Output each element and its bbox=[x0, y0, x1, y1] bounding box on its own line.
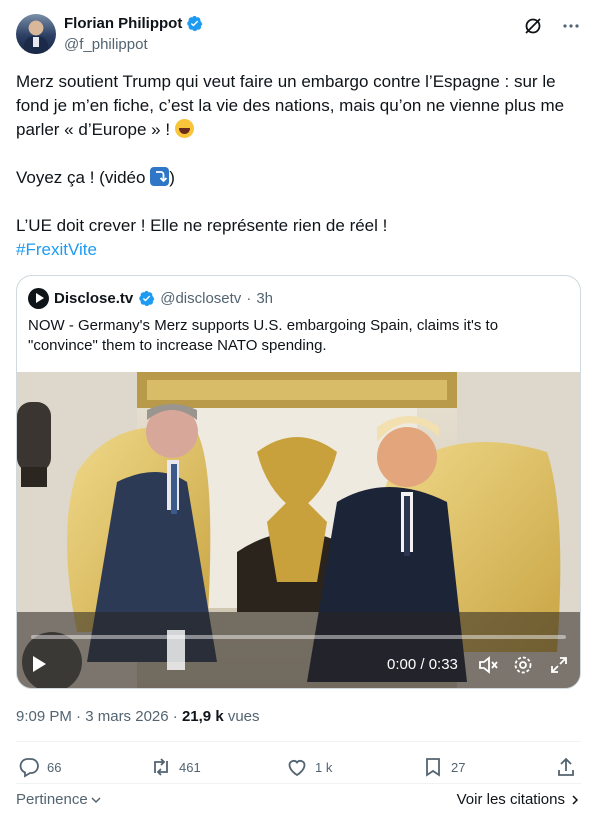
author-display-name-row[interactable]: Florian Philippot bbox=[64, 15, 203, 32]
tweet-line-3: L’UE doit crever ! Elle ne représente ri… bbox=[16, 216, 388, 235]
quoted-avatar[interactable] bbox=[28, 288, 49, 309]
like-button[interactable]: 1 k bbox=[286, 756, 332, 778]
quoted-display-name[interactable]: Disclose.tv bbox=[54, 290, 133, 307]
chevron-down-icon bbox=[91, 796, 101, 803]
quoted-text: NOW - Germany's Merz supports U.S. embar… bbox=[28, 317, 499, 354]
repost-count: 461 bbox=[179, 759, 201, 775]
quoted-tweet[interactable]: Disclose.tv @disclosetv · 3h NOW - Germa… bbox=[16, 275, 581, 689]
quoted-verified-badge-icon bbox=[139, 290, 155, 307]
author-info: Florian Philippot @f_philippot bbox=[64, 15, 203, 53]
view-quotes-label: Voir les citations bbox=[456, 791, 565, 808]
quoted-tweet-header: Disclose.tv @disclosetv · 3h bbox=[28, 288, 273, 309]
author-display-name[interactable]: Florian Philippot bbox=[64, 15, 182, 32]
video-frame bbox=[17, 372, 580, 688]
action-bar: 66 461 1 k 27 bbox=[16, 756, 581, 782]
sort-label: Pertinence bbox=[16, 791, 88, 808]
bookmark-count: 27 bbox=[451, 759, 466, 775]
video-player[interactable]: 0:00 / 0:33 bbox=[17, 372, 580, 688]
tweet-line-1: Merz soutient Trump qui veut faire un em… bbox=[16, 72, 565, 139]
play-icon[interactable] bbox=[29, 654, 49, 674]
reply-icon bbox=[19, 758, 39, 778]
video-time: 0:00 / 0:33 bbox=[387, 656, 458, 673]
author-avatar[interactable] bbox=[16, 14, 56, 54]
chevron-right-icon bbox=[572, 794, 579, 805]
reply-button[interactable]: 66 bbox=[18, 756, 61, 778]
like-count: 1 k bbox=[315, 759, 333, 775]
timestamp-separator-2: · bbox=[172, 708, 178, 725]
more-options-icon[interactable] bbox=[561, 16, 581, 36]
hashtag-link[interactable]: #FrexitVite bbox=[16, 238, 581, 262]
fullscreen-icon[interactable] bbox=[548, 654, 570, 676]
view-quotes-link[interactable]: Voir les citations bbox=[457, 791, 581, 808]
laughing-emoji-icon bbox=[174, 119, 194, 138]
author-handle[interactable]: @f_philippot bbox=[64, 36, 203, 53]
quoted-age[interactable]: 3h bbox=[256, 290, 273, 307]
timestamp-separator-1: · bbox=[76, 708, 82, 725]
share-button[interactable] bbox=[555, 756, 577, 778]
tweet-body: Merz soutient Trump qui veut faire un em… bbox=[16, 70, 581, 262]
view-label: vues bbox=[227, 708, 260, 725]
repost-icon bbox=[154, 758, 168, 776]
tweet-line-2b: ) bbox=[169, 168, 175, 187]
heart-icon bbox=[288, 760, 306, 777]
tweet-paragraph-2: Voyez ça ! (vidéo ) bbox=[16, 166, 581, 190]
divider-top bbox=[16, 741, 581, 742]
quoted-separator: · bbox=[246, 290, 252, 307]
tweet-time[interactable]: 9:09 PM bbox=[16, 708, 72, 725]
volume-icon[interactable] bbox=[477, 654, 499, 676]
tweet-paragraph-1: Merz soutient Trump qui veut faire un em… bbox=[16, 70, 581, 142]
verified-badge-icon bbox=[187, 15, 203, 32]
tweet-timestamp: 9:09 PM · 3 mars 2026 · 21,9 k vues bbox=[16, 708, 260, 725]
video-progress-bar[interactable] bbox=[31, 635, 566, 639]
bookmark-icon bbox=[426, 758, 440, 777]
tweet-line-2a: Voyez ça ! (vidéo bbox=[16, 168, 151, 187]
grok-icon[interactable] bbox=[523, 16, 543, 36]
tweet-header: Florian Philippot @f_philippot bbox=[16, 14, 581, 58]
bookmark-button[interactable]: 27 bbox=[422, 756, 465, 778]
view-count: 21,9 k bbox=[181, 708, 224, 725]
settings-gear-icon[interactable] bbox=[512, 654, 534, 676]
tweet-date[interactable]: 3 mars 2026 bbox=[85, 708, 168, 725]
share-icon bbox=[558, 757, 574, 776]
sort-dropdown[interactable]: Pertinence bbox=[16, 791, 102, 808]
quoted-handle[interactable]: @disclosetv bbox=[160, 290, 241, 307]
reply-count: 66 bbox=[47, 759, 62, 775]
divider-bottom bbox=[16, 783, 581, 784]
repost-button[interactable]: 461 bbox=[150, 756, 201, 778]
down-arrow-emoji-icon bbox=[150, 167, 170, 186]
